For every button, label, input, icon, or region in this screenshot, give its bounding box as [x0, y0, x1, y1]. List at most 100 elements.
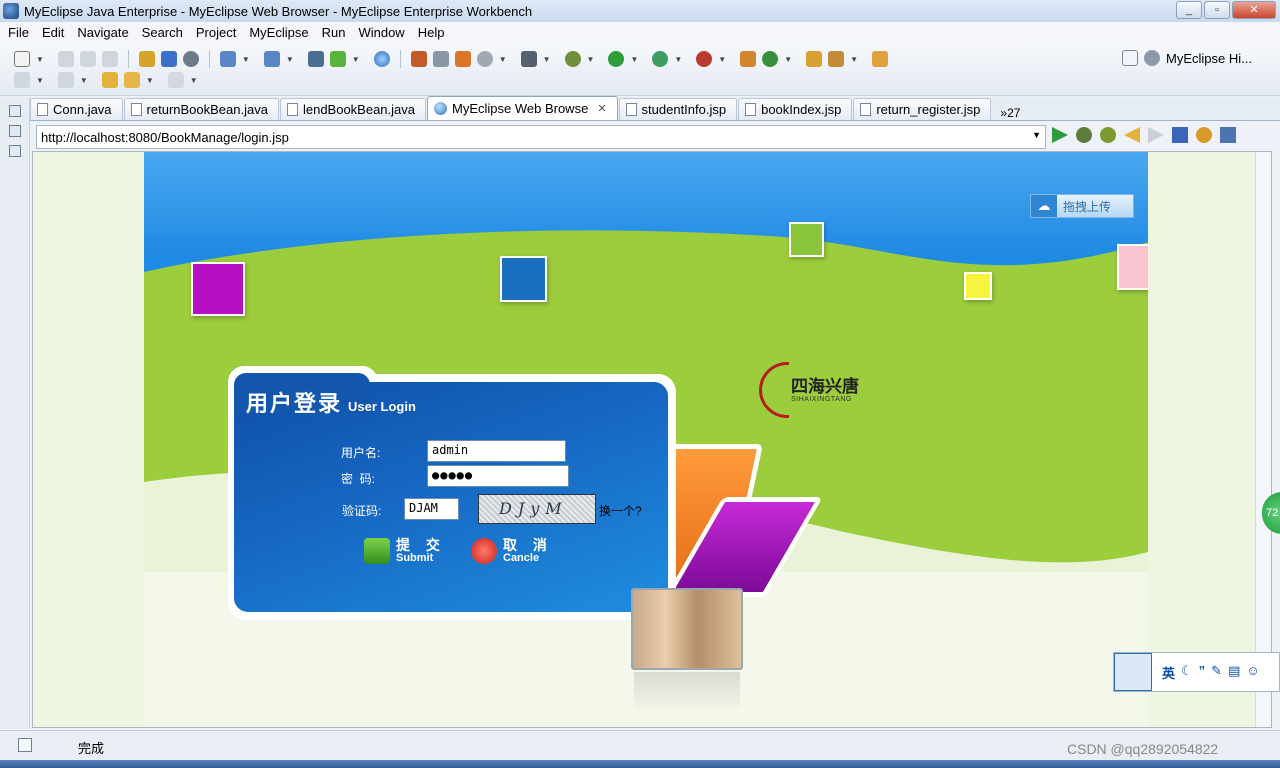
open-task-icon[interactable] — [872, 51, 889, 67]
save-all-icon[interactable] — [79, 51, 96, 67]
external-tools-dropdown-icon[interactable]: ▼ — [718, 55, 726, 64]
box-icon[interactable] — [160, 51, 177, 67]
menu-file[interactable]: File — [8, 25, 29, 40]
captcha-refresh-link[interactable]: 换一个? — [599, 502, 642, 519]
tab-return-register-jsp[interactable]: return_register.jsp — [853, 98, 992, 120]
cancel-button[interactable]: 取 消 Cancle — [471, 538, 553, 564]
clipboard-icon[interactable]: ▤ — [1228, 663, 1240, 682]
search-tool-dropdown-icon[interactable]: ▼ — [850, 55, 858, 64]
submit-button[interactable]: 提 交 Submit — [364, 538, 446, 564]
globe-gray-icon[interactable] — [476, 51, 493, 67]
debug-icon[interactable] — [564, 51, 581, 67]
minimize-button[interactable]: _ — [1176, 1, 1202, 19]
moon-icon[interactable]: ☾ — [1181, 663, 1193, 682]
back-arrow-icon[interactable] — [1124, 127, 1140, 143]
debug-page-icon[interactable] — [1076, 127, 1092, 143]
screen-icon[interactable] — [432, 51, 449, 67]
run-server-icon[interactable] — [329, 51, 346, 67]
menu-navigate[interactable]: Navigate — [77, 25, 128, 40]
debug-dropdown-icon[interactable]: ▼ — [587, 55, 595, 64]
new-java-package-icon[interactable] — [740, 51, 757, 67]
package-icon[interactable] — [138, 51, 155, 67]
vertical-scrollbar[interactable] — [1255, 152, 1271, 727]
last-edit-icon[interactable] — [101, 72, 118, 88]
captcha-image[interactable]: DJyM — [478, 494, 596, 524]
deploy-icon[interactable] — [219, 51, 236, 67]
drag-upload-button[interactable]: ☁ 拖拽上传 — [1030, 194, 1134, 218]
menu-edit[interactable]: Edit — [42, 25, 64, 40]
back-icon[interactable] — [123, 72, 140, 88]
save-icon[interactable] — [57, 51, 74, 67]
report-icon[interactable] — [454, 51, 471, 67]
qq-float-widget[interactable]: 英 ☾ ” ✎ ▤ ☺ — [1113, 652, 1280, 692]
wrench-icon[interactable]: ✎ — [1211, 663, 1222, 682]
run-dropdown-icon[interactable]: ▼ — [630, 55, 638, 64]
smiley-icon[interactable]: ☺ — [1246, 663, 1259, 682]
new-class-dropdown-icon[interactable]: ▼ — [784, 55, 792, 64]
hierarchy-icon[interactable] — [8, 145, 21, 157]
prev-annotation-dropdown-icon[interactable]: ▼ — [80, 76, 88, 85]
run-icon[interactable] — [608, 51, 625, 67]
forward-icon[interactable] — [167, 72, 184, 88]
punctuation-icon[interactable]: ” — [1199, 663, 1206, 682]
tab-web-browser[interactable]: MyEclipse Web Browse ✕ — [427, 96, 618, 120]
menu-myeclipse[interactable]: MyEclipse — [249, 25, 308, 40]
back-dropdown-icon[interactable]: ▼ — [146, 76, 154, 85]
maximize-button[interactable]: ▫ — [1204, 1, 1230, 19]
fast-view-icon[interactable] — [18, 738, 32, 752]
globe-gray-dropdown-icon[interactable]: ▼ — [499, 55, 507, 64]
package-explorer-icon[interactable] — [8, 125, 21, 137]
new-icon[interactable] — [14, 51, 30, 67]
open-perspective-icon[interactable] — [1122, 50, 1139, 66]
print-icon[interactable] — [101, 51, 118, 67]
password-field[interactable]: ●●●●● — [427, 465, 569, 487]
open-folder-icon[interactable] — [806, 51, 823, 67]
next-annotation-icon[interactable] — [14, 72, 30, 88]
tab-bookindex-jsp[interactable]: bookIndex.jsp — [738, 98, 853, 120]
qq-avatar-icon[interactable] — [1114, 653, 1152, 691]
stop-icon[interactable] — [1172, 127, 1188, 143]
menu-window[interactable]: Window — [358, 25, 404, 40]
profile-icon[interactable] — [652, 51, 669, 67]
browser-settings-icon[interactable] — [1220, 127, 1236, 143]
close-tab-icon[interactable]: ✕ — [597, 102, 606, 115]
tab-conn-java[interactable]: Conn.java — [30, 98, 123, 120]
restore-view-icon[interactable] — [8, 105, 21, 117]
perspective-switcher[interactable]: MyEclipse Hi... — [1122, 50, 1252, 66]
camera-icon[interactable] — [520, 51, 537, 67]
captcha-field[interactable]: DJAM — [404, 498, 459, 520]
close-button[interactable]: ✕ — [1232, 1, 1276, 19]
forward-dropdown-icon[interactable]: ▼ — [190, 76, 198, 85]
browser-globe-icon[interactable] — [373, 51, 390, 67]
menu-help[interactable]: Help — [418, 25, 445, 40]
wizard-dropdown-icon[interactable]: ▼ — [286, 55, 294, 64]
tab-studentinfo-jsp[interactable]: studentInfo.jsp — [618, 98, 738, 120]
server-icon[interactable] — [182, 51, 199, 67]
url-dropdown-icon[interactable]: ▼ — [1032, 130, 1041, 140]
new-class-icon[interactable] — [762, 51, 779, 67]
edit-tool-icon[interactable] — [410, 51, 427, 67]
run-server-dropdown-icon[interactable]: ▼ — [352, 55, 360, 64]
refresh-icon[interactable] — [1196, 127, 1212, 143]
favorites-icon[interactable] — [1100, 127, 1116, 143]
next-annotation-dropdown-icon[interactable]: ▼ — [36, 76, 44, 85]
new-dropdown-icon[interactable]: ▼ — [36, 55, 44, 64]
tab-returnbookbean-java[interactable]: returnBookBean.java — [123, 98, 279, 120]
camera-dropdown-icon[interactable]: ▼ — [543, 55, 551, 64]
url-input[interactable]: http://localhost:8080/BookManage/login.j… — [36, 125, 1046, 149]
username-field[interactable]: admin — [427, 440, 566, 462]
menu-search[interactable]: Search — [142, 25, 183, 40]
connect-icon[interactable] — [307, 51, 324, 67]
profile-dropdown-icon[interactable]: ▼ — [674, 55, 682, 64]
menu-run[interactable]: Run — [322, 25, 346, 40]
deploy-dropdown-icon[interactable]: ▼ — [242, 55, 250, 64]
external-tools-icon[interactable] — [696, 51, 713, 67]
menu-project[interactable]: Project — [196, 25, 236, 40]
wizard-icon[interactable] — [263, 51, 280, 67]
search-tool-icon[interactable] — [828, 51, 845, 67]
tab-lendbookbean-java[interactable]: lendBookBean.java — [279, 98, 426, 120]
tab-overflow-indicator[interactable]: »27 — [1000, 106, 1020, 120]
forward-arrow-icon[interactable] — [1148, 127, 1164, 143]
go-icon[interactable] — [1052, 127, 1068, 143]
prev-annotation-icon[interactable] — [57, 72, 74, 88]
